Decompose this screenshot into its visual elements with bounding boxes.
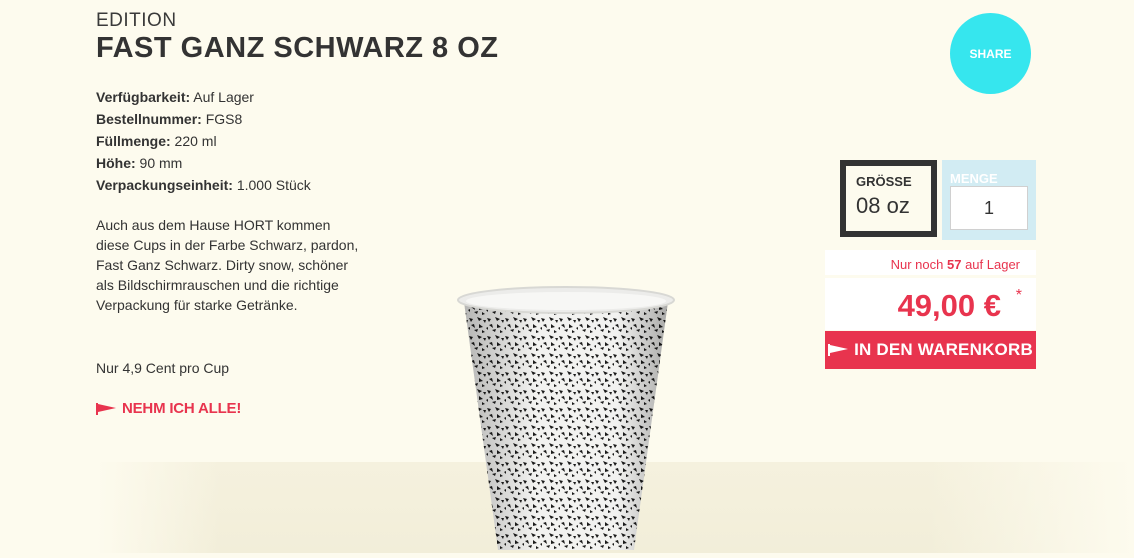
take-all-label: NEHM ICH ALLE! (122, 400, 242, 417)
edition-label: EDITION (96, 10, 177, 31)
stock-suffix: auf Lager (961, 257, 1020, 272)
spec-value: 90 mm (135, 155, 183, 171)
spec-value: FGS8 (201, 111, 243, 127)
pennant-flag-icon (96, 402, 116, 415)
spec-label: Bestellnummer: (96, 111, 202, 127)
product-description: Auch aus dem Hause HORT kommen diese Cup… (96, 217, 359, 313)
size-selector[interactable]: GRÖSSE 08 oz (840, 160, 937, 237)
price-per-cup-note: Nur 4,9 Cent pro Cup (96, 360, 230, 376)
add-to-cart-button[interactable]: IN DEN WARENKORB (825, 331, 1036, 369)
add-to-cart-label: IN DEN WARENKORB (854, 340, 1033, 359)
spec-volume: Füllmenge: 220 ml (96, 130, 311, 152)
spec-availability: Verfügbarkeit: Auf Lager (96, 86, 311, 108)
take-all-link[interactable]: NEHM ICH ALLE! (96, 400, 241, 417)
share-label: SHARE (969, 46, 1012, 61)
product-specs: Verfügbarkeit: Auf Lager Bestellnummer: … (96, 86, 311, 196)
spec-label: Füllmenge: (96, 133, 171, 149)
stock-prefix: Nur noch (890, 257, 947, 272)
pennant-flag-icon (828, 344, 849, 356)
spec-value: 220 ml (170, 133, 217, 149)
share-button[interactable]: SHARE (950, 13, 1031, 94)
size-value: 08 oz (856, 193, 910, 218)
spec-label: Verfügbarkeit: (96, 89, 191, 105)
price: 49,00 € (897, 288, 1001, 323)
spec-value: Auf Lager (190, 89, 254, 105)
product-image (450, 280, 680, 553)
stock-count: 57 (946, 257, 962, 272)
price-box: 49,00 € * (825, 278, 1036, 330)
spec-label: Höhe: (96, 155, 136, 171)
quantity-label: MENGE (950, 171, 998, 186)
product-title: FAST GANZ SCHWARZ 8 OZ (96, 32, 499, 64)
spec-value: 1.000 Stück (232, 177, 311, 193)
spec-packaging-unit: Verpackungseinheit: 1.000 Stück (96, 174, 311, 196)
quantity-input[interactable] (950, 186, 1028, 230)
quantity-box: MENGE (942, 160, 1036, 240)
spec-label: Verpackungseinheit: (96, 177, 233, 193)
price-footnote-marker: * (1015, 287, 1022, 304)
size-label: GRÖSSE (856, 174, 912, 189)
spec-height: Höhe: 90 mm (96, 152, 311, 174)
spec-order-number: Bestellnummer: FGS8 (96, 108, 311, 130)
stock-info: Nur noch 57 auf Lager (825, 250, 1036, 275)
